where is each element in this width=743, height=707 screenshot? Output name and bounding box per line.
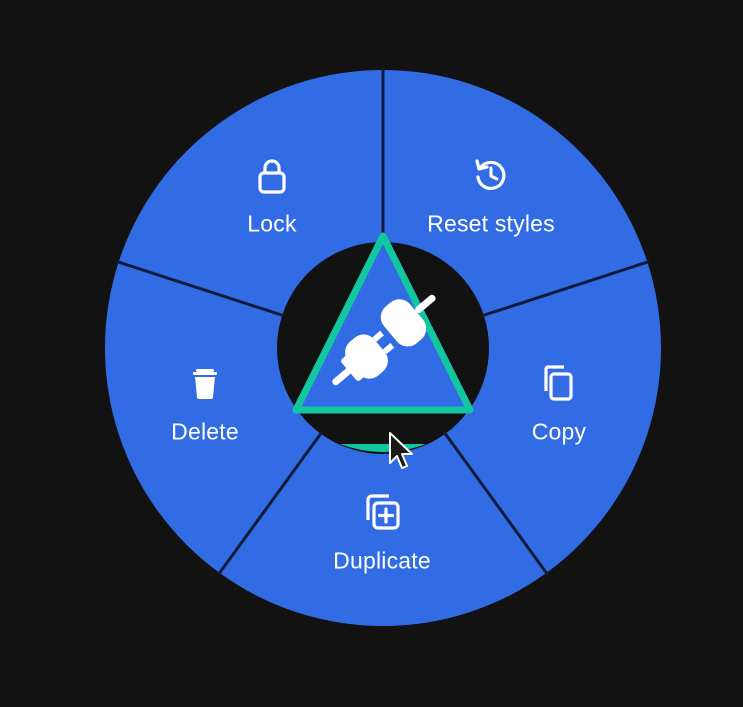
radial-context-menu: Lock Reset styles Copy Duplicate Delete: [0, 0, 743, 702]
mouse-pointer-icon: [389, 432, 413, 469]
radial-menu-ring: [105, 68, 662, 627]
